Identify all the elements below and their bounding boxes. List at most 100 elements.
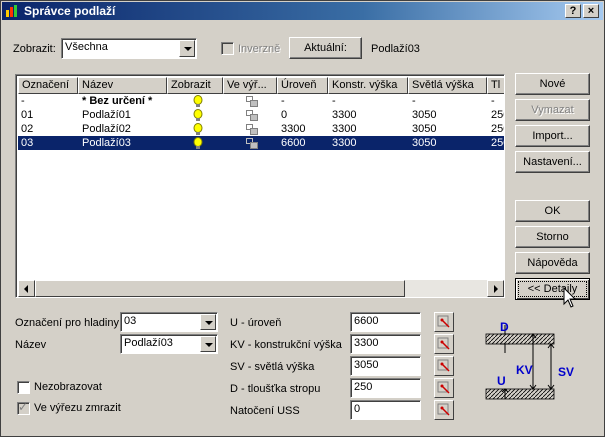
sv-label: SV - světlá výška <box>230 361 315 373</box>
settings-button[interactable]: Nastavení... <box>515 151 590 173</box>
lightbulb-icon[interactable] <box>192 95 204 108</box>
layer-label: Označení pro hladiny <box>15 317 119 329</box>
floor-manager-dialog: Správce podlaží ? × Zobrazit: Všechna In… <box>0 0 605 437</box>
pick-kv-button[interactable] <box>434 334 454 354</box>
cell-clear-height: 3050 <box>412 109 437 121</box>
delete-button[interactable]: Vymazat <box>515 99 590 121</box>
table-row-selected[interactable]: 03 Podlaží03 6600 3300 3050 250 <box>18 136 504 150</box>
viewport-freeze-icon[interactable] <box>246 96 258 107</box>
column-header-show[interactable]: Zobrazit <box>167 77 223 94</box>
help-title-button[interactable]: ? <box>565 4 581 18</box>
inverse-label: Inverzně <box>238 43 281 55</box>
arrow-right-icon <box>494 285 498 293</box>
app-icon <box>6 5 17 17</box>
cell-name: Podlaží03 <box>82 137 131 149</box>
checkmark-icon: ✓ <box>18 400 29 414</box>
show-combo[interactable]: Všechna <box>61 38 197 59</box>
ucs-input-value: 0 <box>354 403 361 415</box>
column-header-id[interactable]: Označení <box>18 77 78 94</box>
cell-id: - <box>21 95 25 107</box>
sv-input-value: 3050 <box>354 359 379 371</box>
lightbulb-icon[interactable] <box>192 137 204 150</box>
ok-button[interactable]: OK <box>515 200 590 222</box>
hide-checkbox[interactable] <box>17 381 30 394</box>
chevron-down-icon[interactable] <box>200 314 216 330</box>
lightbulb-icon[interactable] <box>192 123 204 136</box>
column-header-construction-height[interactable]: Konstr. výška <box>328 77 408 94</box>
hide-label: Nezobrazovat <box>34 381 102 393</box>
import-button[interactable]: Import... <box>515 125 590 147</box>
kv-input[interactable]: 3300 <box>350 334 421 354</box>
sv-input[interactable]: 3050 <box>350 356 421 376</box>
floor-section-diagram: D KV SV U <box>485 320 574 400</box>
diagram-label-kv: KV <box>516 363 533 377</box>
arrow-left-icon <box>24 285 28 293</box>
pick-sv-button[interactable] <box>434 356 454 376</box>
new-button[interactable]: Nové <box>515 73 590 95</box>
cell-id: 02 <box>21 123 34 135</box>
column-header-thickness[interactable]: Tl <box>487 77 504 94</box>
viewport-freeze-icon[interactable] <box>246 110 258 121</box>
ucs-label: Natočení USS <box>230 405 300 417</box>
pick-d-button[interactable] <box>434 378 454 398</box>
ucs-input[interactable]: 0 <box>350 400 421 420</box>
show-label: Zobrazit: <box>13 43 56 55</box>
name-combo[interactable]: Podlaží03 <box>120 334 218 354</box>
show-combo-value: Všechna <box>65 41 108 53</box>
lightbulb-icon[interactable] <box>192 109 204 122</box>
column-header-name[interactable]: Název <box>78 77 167 94</box>
chevron-down-icon[interactable] <box>179 40 195 57</box>
help-button[interactable]: Nápověda <box>515 252 590 274</box>
cell-construction-height: 3300 <box>332 137 357 149</box>
column-header-level[interactable]: Úroveň <box>277 77 328 94</box>
freeze-checkbox[interactable]: ✓ <box>17 400 30 415</box>
cell-clear-height: 3050 <box>412 123 437 135</box>
cell-level: - <box>281 95 285 107</box>
cancel-button[interactable]: Storno <box>515 226 590 248</box>
pick-point-icon <box>437 337 450 350</box>
viewport-freeze-icon[interactable] <box>246 124 258 135</box>
cell-construction-height: 3300 <box>332 109 357 121</box>
name-label: Název <box>15 339 47 351</box>
floor-list[interactable]: Označení Název Zobrazit Ve výř... Úroveň… <box>15 74 505 298</box>
viewport-freeze-icon[interactable] <box>246 138 258 149</box>
chevron-down-icon[interactable] <box>200 336 216 352</box>
diagram-label-u: U <box>497 374 506 388</box>
cell-thickness: 250 <box>491 137 504 149</box>
window-title: Správce podlaží <box>24 4 116 18</box>
details-button[interactable]: << Detaily <box>515 278 590 300</box>
current-button[interactable]: Aktuální: <box>289 37 362 59</box>
table-row[interactable]: 02 Podlaží02 3300 3300 3050 250 <box>18 122 504 136</box>
column-header-viewport[interactable]: Ve výř... <box>223 77 277 94</box>
pick-u-button[interactable] <box>434 312 454 332</box>
inverse-checkbox[interactable] <box>221 42 234 55</box>
cell-thickness: 250 <box>491 123 504 135</box>
cell-thickness: - <box>491 95 495 107</box>
u-input-value: 6600 <box>354 315 379 327</box>
pick-ucs-button[interactable] <box>434 400 454 420</box>
horizontal-scrollbar[interactable] <box>18 280 504 297</box>
column-header-clear-height[interactable]: Světlá výška <box>408 77 487 94</box>
title-bar: Správce podlaží ? × <box>2 2 603 20</box>
d-input[interactable]: 250 <box>350 378 421 398</box>
cell-level: 6600 <box>281 137 306 149</box>
layer-combo[interactable]: 03 <box>120 312 218 332</box>
cell-name: Podlaží01 <box>82 109 131 121</box>
scroll-left-button[interactable] <box>18 280 35 297</box>
close-title-button[interactable]: × <box>583 4 599 18</box>
scroll-thumb[interactable] <box>35 280 405 297</box>
u-input[interactable]: 6600 <box>350 312 421 332</box>
table-row[interactable]: 01 Podlaží01 0 3300 3050 250 <box>18 108 504 122</box>
table-row[interactable]: - * Bez určení * - - - - <box>18 94 504 108</box>
cell-construction-height: 3300 <box>332 123 357 135</box>
scroll-right-button[interactable] <box>487 280 504 297</box>
current-floor-value: Podlaží03 <box>371 43 420 55</box>
cell-name: * Bez určení * <box>82 95 153 107</box>
u-label: U - úroveň <box>230 317 282 329</box>
diagram-label-d: D <box>500 320 509 334</box>
name-combo-value: Podlaží03 <box>124 337 173 349</box>
freeze-label: Ve výřezu zmrazit <box>34 402 121 414</box>
d-label: D - tloušťka stropu <box>230 383 321 395</box>
diagram-label-sv: SV <box>558 365 574 379</box>
kv-input-value: 3300 <box>354 337 379 349</box>
